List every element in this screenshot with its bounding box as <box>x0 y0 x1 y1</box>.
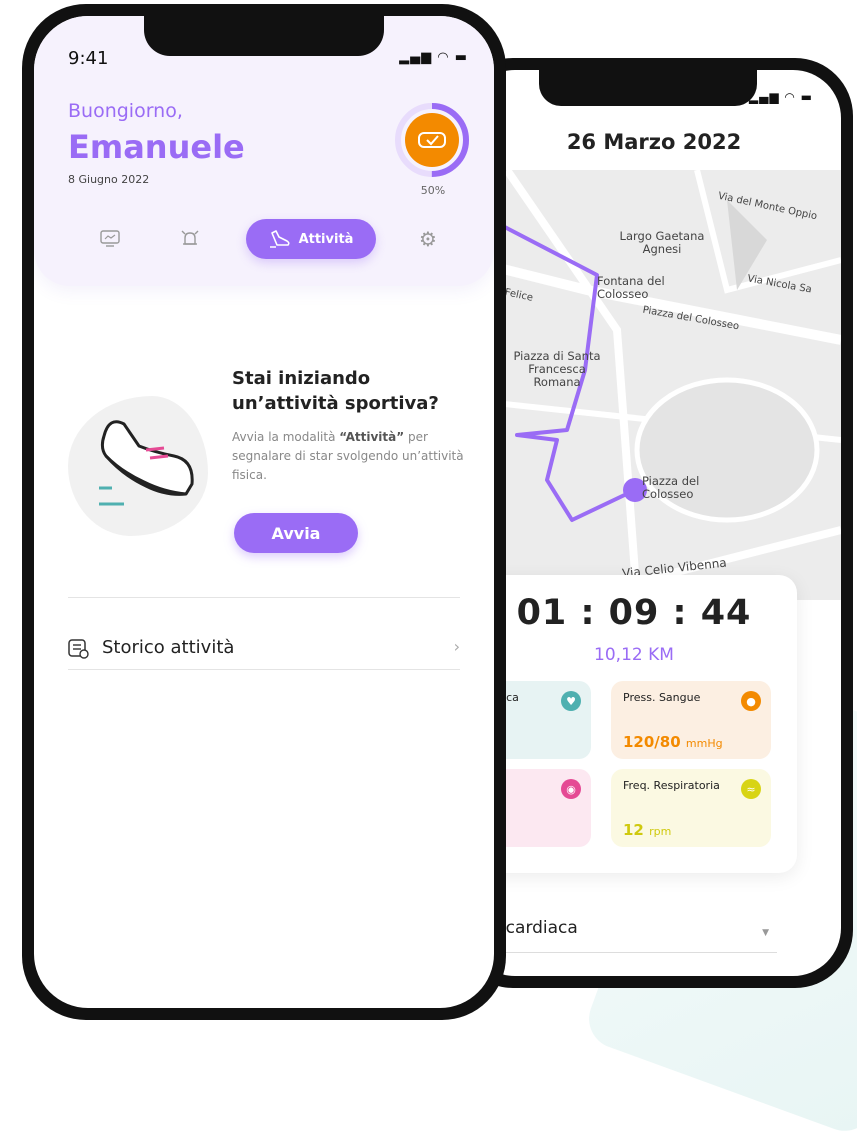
start-activity-button[interactable]: Avvia <box>234 513 358 553</box>
lungs-icon: ≈ <box>741 779 761 799</box>
progress-ring[interactable] <box>394 102 470 178</box>
nav-monitor[interactable] <box>90 219 130 259</box>
metric-value: 120/80 mmHg <box>623 733 723 751</box>
blood-drop-icon: ● <box>741 691 761 711</box>
activity-distance: 10,12 KM <box>594 645 674 665</box>
oxygen-icon: ◉ <box>561 779 581 799</box>
history-label: Storico attività <box>102 637 235 658</box>
status-icons: ▂▄▆ ◠ ▬ <box>399 50 468 65</box>
metric-value: 12 rpm <box>623 821 672 839</box>
nav-alarm[interactable] <box>170 219 210 259</box>
back-phone: ▂▄▆ ◠ ▬ 26 Marzo 2022 Via del Monte Oppi… <box>455 58 853 988</box>
activity-date: 26 Marzo 2022 <box>566 130 742 154</box>
metric-card-respiratory-rate[interactable]: Freq. Respiratoria ≈ 12 rpm <box>611 769 771 847</box>
status-time: 9:41 <box>68 48 109 69</box>
promo-description: Avvia la modalità “Attività” per segnala… <box>232 430 464 482</box>
map-label: Largo Gaetana Agnesi <box>619 229 705 256</box>
status-icons: ▂▄▆ ◠ ▬ <box>748 90 813 104</box>
front-phone-screen: 9:41 ▂▄▆ ◠ ▬ Buongiorno, Emanuele 8 Giug… <box>34 16 494 1008</box>
back-phone-screen: ▂▄▆ ◠ ▬ 26 Marzo 2022 Via del Monte Oppi… <box>467 70 841 976</box>
map-label: Piazza del Colosseo <box>642 474 700 501</box>
history-list-icon <box>68 639 89 659</box>
chevron-right-icon: › <box>453 637 460 656</box>
map-label: Piazza di Santa Francesca Romana <box>513 349 601 389</box>
monitor-icon <box>100 230 120 247</box>
notch <box>144 16 384 56</box>
notch <box>539 70 757 106</box>
shoe-icon <box>269 230 290 248</box>
activity-history-row[interactable]: Storico attività › <box>68 619 460 675</box>
progress-label: 50% <box>420 184 446 197</box>
activity-stats-card: 01 : 09 : 44 10,12 KM q. rdiaca ♥ bpm Pr… <box>471 575 797 873</box>
metric-select[interactable]: req. cardiaca ▼ <box>467 918 777 953</box>
heart-rate-icon: ♥ <box>561 691 581 711</box>
activity-timer: 01 : 09 : 44 <box>516 593 752 633</box>
front-phone: 9:41 ▂▄▆ ◠ ▬ Buongiorno, Emanuele 8 Giug… <box>22 4 506 1020</box>
nav-settings[interactable]: ⚙ <box>408 219 448 259</box>
sneaker-illustration <box>99 420 194 506</box>
map-label: Fontana del Colosseo <box>597 274 665 301</box>
alarm-icon <box>181 230 199 245</box>
caret-down-icon: ▼ <box>762 928 769 938</box>
metric-label: Freq. Respiratoria <box>623 779 720 792</box>
date: 8 Giugno 2022 <box>68 173 150 186</box>
promo-title: Stai iniziando un’attività sportiva? <box>232 368 439 414</box>
gear-icon: ⚙ <box>419 227 437 251</box>
route-map[interactable]: Via del Monte Oppio Largo Gaetana Agnesi… <box>467 170 841 600</box>
divider <box>68 669 460 670</box>
header-card: 9:41 ▂▄▆ ◠ ▬ Buongiorno, Emanuele 8 Giug… <box>34 16 494 286</box>
greeting: Buongiorno, <box>68 100 183 122</box>
nav-activity[interactable]: Attività <box>246 219 376 259</box>
user-name: Emanuele <box>68 128 245 166</box>
divider <box>68 597 460 598</box>
metric-label: Press. Sangue <box>623 691 701 704</box>
nav-activity-label: Attività <box>298 231 354 247</box>
metric-card-blood-pressure[interactable]: Press. Sangue ● 120/80 mmHg <box>611 681 771 759</box>
